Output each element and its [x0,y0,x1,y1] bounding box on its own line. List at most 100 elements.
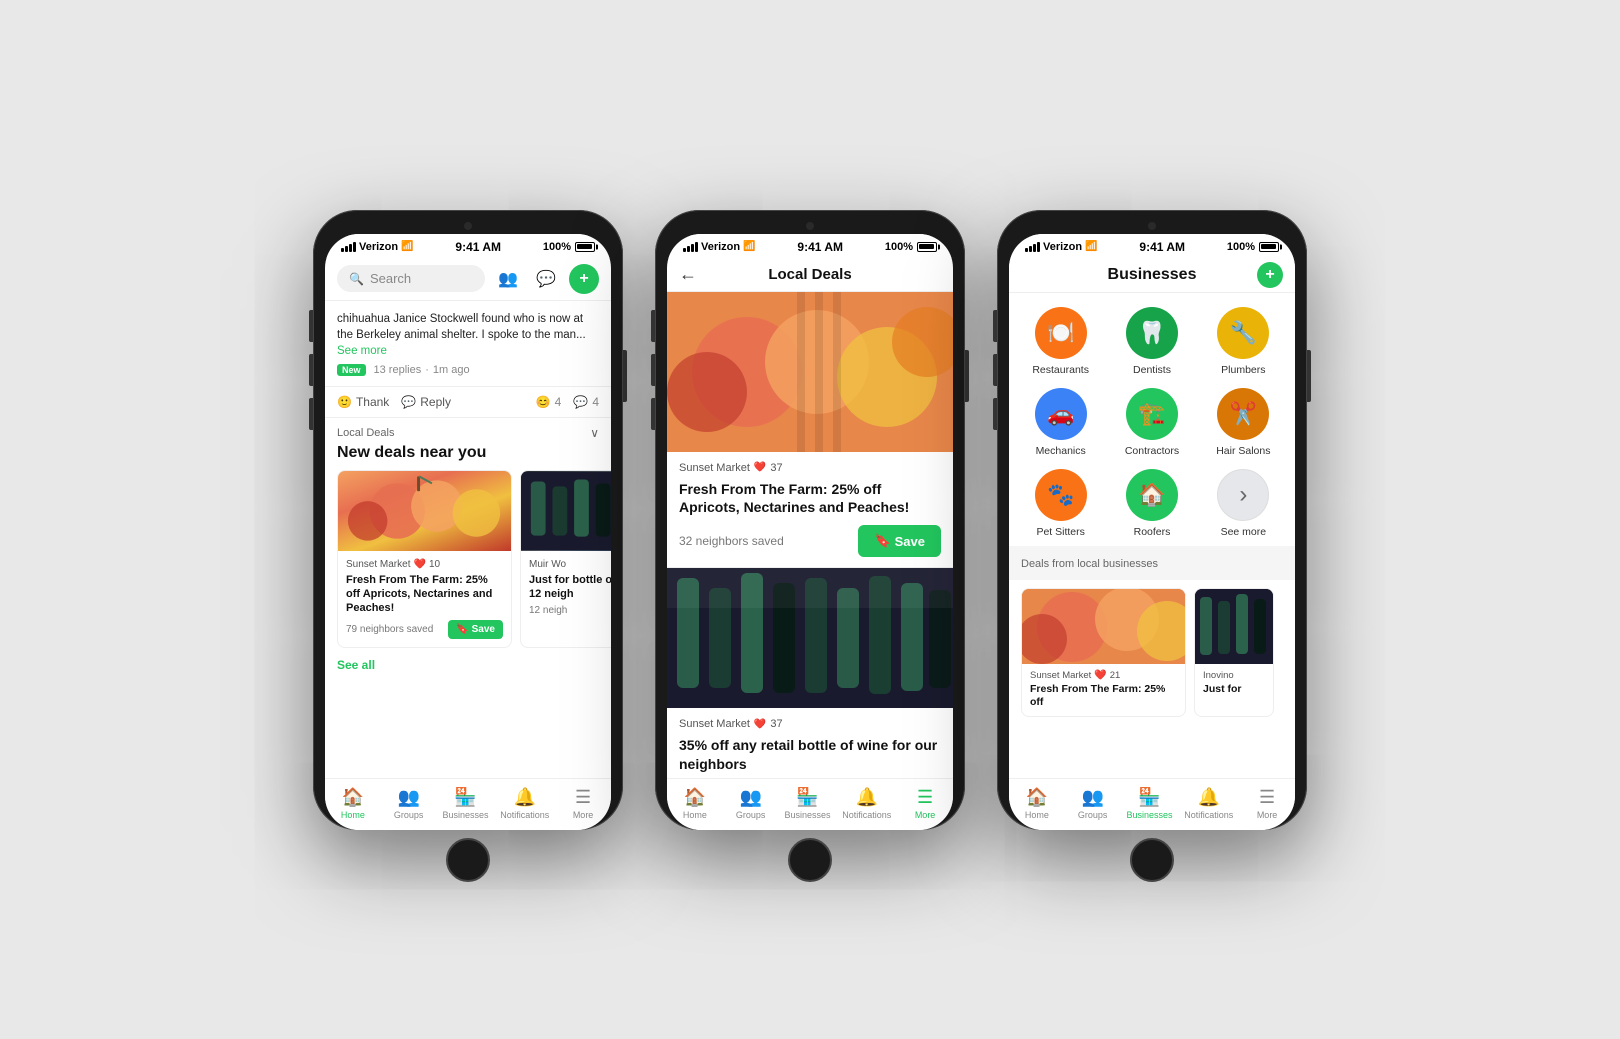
reply-button[interactable]: 💬 Reply [401,395,451,409]
deal-full-img-1 [667,292,953,452]
deals-from-biz-title: Deals from local businesses [1021,558,1158,570]
biz-deal-card-2[interactable]: Inovino Just for [1194,588,1274,717]
search-icon: 🔍 [349,272,364,286]
tab-home-2[interactable]: 🏠 Home [673,787,717,820]
notifications-label-2: Notifications [842,810,891,820]
roofers-label: Roofers [1134,526,1171,538]
biz-restaurants[interactable]: 🍽️ Restaurants [1021,307,1100,376]
tab-notifications-3[interactable]: 🔔 Notifications [1184,787,1233,820]
plumbers-label: Plumbers [1221,364,1265,376]
biz-deal-card-1[interactable]: Sunset Market ❤️ 21 Fresh From The Farm:… [1021,588,1186,717]
tab-more-3[interactable]: ☰ More [1245,787,1289,820]
deal-title-1: Fresh From The Farm: 25% off Apricots, N… [346,573,503,616]
dentists-label: Dentists [1133,364,1171,376]
tab-businesses-3[interactable]: 🏪 Businesses [1126,787,1172,820]
search-placeholder: Search [370,271,411,286]
deal-card-1[interactable]: Sunset Market ❤️ 10 Fresh From The Farm:… [337,470,512,648]
tab-more-1[interactable]: ☰ More [561,787,605,820]
groups-icon-2: 👥 [739,787,761,808]
time-3: 9:41 AM [1139,240,1185,254]
biz-see-more[interactable]: › See more [1204,469,1283,538]
biz-roofers[interactable]: 🏠 Roofers [1112,469,1191,538]
camera-sensor-3 [1148,222,1156,230]
notifications-icon-2: 🔔 [856,787,878,808]
biz-pet-sitters[interactable]: 🐾 Pet Sitters [1021,469,1100,538]
home-button-3[interactable] [1130,838,1174,882]
post-body: chihuahua Janice Stockwell found who is … [337,313,586,341]
tab-groups-1[interactable]: 👥 Groups [387,787,431,820]
hair-salons-icon: ✂️ [1217,388,1269,440]
biz-deal-seller-1: Sunset Market ❤️ 21 [1030,670,1177,681]
biz-heart-1: ❤️ [1094,670,1106,681]
deal-seller-2: Muir Wo [529,559,611,570]
biz-deal-title-2: Just for [1203,683,1265,697]
see-all-link[interactable]: See all [325,658,611,682]
tab-home-1[interactable]: 🏠 Home [331,787,375,820]
post-actions: 🙂 Thank 💬 Reply 😊 4 💬 4 [325,387,611,418]
biz-mechanics[interactable]: 🚗 Mechanics [1021,388,1100,457]
phone-1: Verizon 📶 9:41 AM 100% 🔍 Search 👥 💬 + [313,210,623,830]
hearts-full-1: 37 [770,462,782,474]
tab-notifications-1[interactable]: 🔔 Notifications [500,787,549,820]
time-2: 9:41 AM [797,240,843,254]
biz-dentists[interactable]: 🦷 Dentists [1112,307,1191,376]
biz-hair-salons[interactable]: ✂️ Hair Salons [1204,388,1283,457]
phone2-scroll: Sunset Market ❤️ 37 Fresh From The Farm:… [667,292,953,778]
feed-post: chihuahua Janice Stockwell found who is … [325,301,611,387]
save-button-1[interactable]: 🔖 Save [448,620,503,639]
heart-icon-1: ❤️ [413,559,425,570]
post-text: chihuahua Janice Stockwell found who is … [337,311,599,359]
contractors-icon: 🏗️ [1126,388,1178,440]
deal-full-body-2: Sunset Market ❤️ 37 35% off any retail b… [667,708,953,777]
notifications-label-3: Notifications [1184,810,1233,820]
deal-card-2[interactable]: Muir Wo Just for bottle of 12 neigh 12 n… [520,470,611,648]
contractors-label: Contractors [1125,445,1179,457]
restaurants-icon: 🍽️ [1035,307,1087,359]
plus-icon-btn[interactable]: + [569,264,599,294]
hair-salons-label: Hair Salons [1216,445,1270,457]
tab-groups-3[interactable]: 👥 Groups [1071,787,1115,820]
businesses-grid: 🍽️ Restaurants 🦷 Dentists 🔧 Plumbers 🚗 M… [1009,293,1295,546]
deal-hearts-1: 10 [429,559,440,570]
mechanics-label: Mechanics [1036,445,1086,457]
phone-2: Verizon 📶 9:41 AM 100% ← Local Deals [655,210,965,830]
wine-svg [521,471,611,551]
biz-plumbers[interactable]: 🔧 Plumbers [1204,307,1283,376]
deal-title-2: Just for bottle of 12 neigh [529,573,611,602]
save-button-full-1[interactable]: 🔖 Save [858,525,941,557]
chevron-down-icon[interactable]: ∨ [590,426,599,440]
home-icon-3: 🏠 [1026,787,1048,808]
reply-label: Reply [420,395,451,409]
tab-businesses-2[interactable]: 🏪 Businesses [784,787,830,820]
people-icon-btn[interactable]: 👥 [493,264,523,294]
neighbors-saved-2: 12 neigh [529,605,567,616]
tab-more-2[interactable]: ☰ More [903,787,947,820]
biz-seller-name-1: Sunset Market [1030,670,1091,681]
home-button-1[interactable] [446,838,490,882]
home-button-2[interactable] [788,838,832,882]
tab-businesses-1[interactable]: 🏪 Businesses [442,787,488,820]
tab-notifications-2[interactable]: 🔔 Notifications [842,787,891,820]
chat-icon-btn[interactable]: 💬 [531,264,561,294]
see-more-link[interactable]: See more [337,345,387,357]
fruit-svg [338,471,511,551]
thank-button[interactable]: 🙂 Thank [337,395,389,409]
heart-icon-full-1: ❤️ [754,462,766,473]
plus-button-3[interactable]: + [1257,262,1283,288]
businesses-label: Businesses [442,810,488,820]
biz-wine-svg [1195,589,1274,664]
wifi-icon: 📶 [401,241,413,252]
back-arrow[interactable]: ← [679,264,697,285]
home-label-3: Home [1025,810,1049,820]
search-box[interactable]: 🔍 Search [337,265,485,292]
biz-deal-img-1 [1022,589,1185,664]
groups-icon: 👥 [397,787,419,808]
carrier-label: Verizon [359,241,398,253]
tab-groups-2[interactable]: 👥 Groups [729,787,773,820]
tab-home-3[interactable]: 🏠 Home [1015,787,1059,820]
biz-seller-name-2: Inovino [1203,670,1234,681]
businesses-label-2: Businesses [784,810,830,820]
pet-sitters-label: Pet Sitters [1036,526,1084,538]
biz-contractors[interactable]: 🏗️ Contractors [1112,388,1191,457]
post-time: · [425,364,429,376]
